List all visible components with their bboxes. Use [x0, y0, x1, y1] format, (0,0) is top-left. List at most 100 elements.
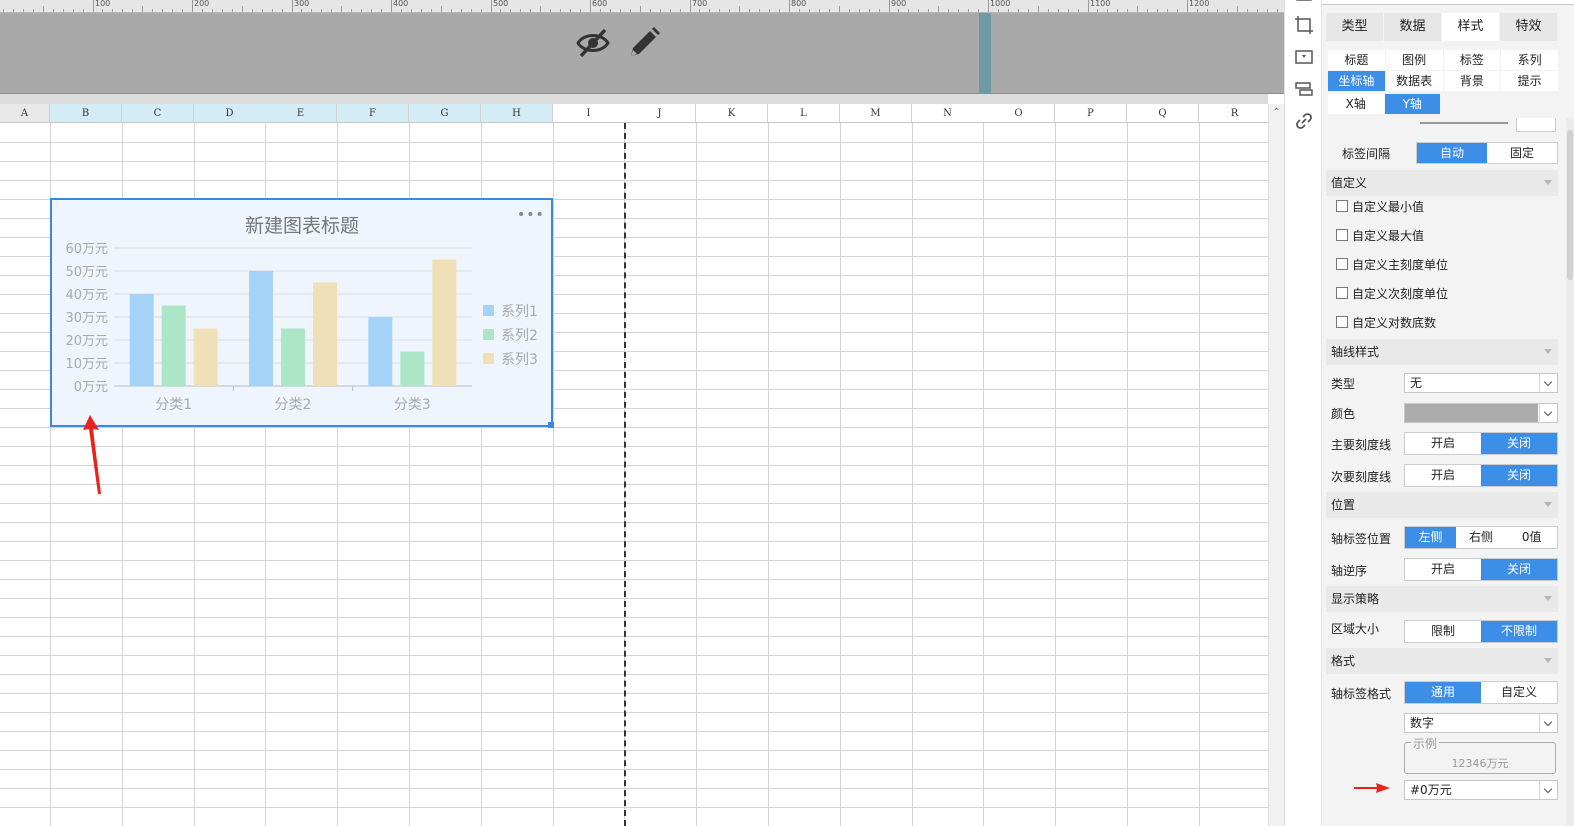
grid-vertical-scrollbar[interactable]: ⌃: [1268, 104, 1284, 826]
column-header[interactable]: F: [337, 104, 409, 123]
label-position-left-button[interactable]: 左侧: [1405, 527, 1456, 548]
section-value-define[interactable]: 值定义: [1326, 170, 1558, 196]
ruler-tick: [789, 0, 790, 12]
axis-type-select[interactable]: 无: [1404, 373, 1558, 393]
subtab-background[interactable]: 背景: [1443, 71, 1501, 91]
subtab-datasheet[interactable]: 数据表: [1385, 71, 1443, 91]
tab-effect[interactable]: 特效: [1500, 13, 1558, 41]
ruler-tick: [650, 9, 651, 12]
checkbox-custom-min[interactable]: 自定义最小值: [1336, 197, 1424, 215]
area-unlimited-button[interactable]: 不限制: [1481, 621, 1557, 642]
hyperlink-icon[interactable]: [1294, 111, 1314, 131]
minor-tick-label: 次要刻度线: [1331, 470, 1392, 484]
checkbox-custom-max[interactable]: 自定义最大值: [1336, 226, 1424, 244]
checkbox-icon[interactable]: [1336, 200, 1348, 212]
format-string-select[interactable]: #0万元: [1404, 780, 1558, 800]
section-position[interactable]: 位置: [1326, 492, 1558, 518]
scroll-up-icon[interactable]: ⌃: [1269, 106, 1284, 120]
tab-style[interactable]: 样式: [1442, 13, 1500, 41]
tab-data[interactable]: 数据: [1384, 13, 1442, 41]
major-tick-on-button[interactable]: 开启: [1405, 433, 1481, 454]
checkbox-custom-minor-unit[interactable]: 自定义次刻度单位: [1336, 284, 1448, 302]
column-header[interactable]: M: [840, 104, 912, 123]
ruler-tick: [1078, 9, 1079, 12]
ruler-tick: [102, 9, 103, 12]
subtab-title[interactable]: 标题: [1328, 50, 1385, 70]
tab-y-axis[interactable]: Y轴: [1384, 94, 1440, 114]
subtab-label[interactable]: 标签: [1443, 50, 1501, 70]
chart-resize-handle[interactable]: [548, 422, 554, 428]
chevron-down-icon[interactable]: [1539, 781, 1557, 799]
subtab-tooltip[interactable]: 提示: [1501, 71, 1558, 91]
major-tick-label: 主要刻度线: [1331, 438, 1392, 452]
chart-bar: [161, 305, 186, 386]
section-format[interactable]: 格式: [1326, 648, 1558, 674]
axis-color-select[interactable]: [1404, 403, 1558, 423]
chevron-down-icon[interactable]: [1539, 714, 1557, 732]
checkbox-custom-log-base[interactable]: 自定义对数底数: [1336, 313, 1436, 331]
column-header[interactable]: L: [768, 104, 840, 123]
label-position-right-button[interactable]: 右侧: [1455, 527, 1507, 548]
column-header[interactable]: Q: [1127, 104, 1199, 123]
column-header[interactable]: E: [265, 104, 337, 123]
column-header[interactable]: P: [1055, 104, 1127, 123]
reverse-on-button[interactable]: 开启: [1405, 559, 1481, 580]
column-header[interactable]: I: [553, 104, 625, 123]
format-general-button[interactable]: 通用: [1405, 682, 1481, 703]
chart-widget[interactable]: 新建图表标题 0万元 10万元 20万元 30万元 40万元 50万元 60万元 分类1 分类2 分…: [50, 198, 554, 428]
chart-bar: [313, 282, 337, 386]
column-header[interactable]: J: [624, 104, 696, 123]
minor-tick-on-button[interactable]: 开启: [1405, 465, 1481, 486]
interval-fixed-button[interactable]: 固定: [1487, 143, 1557, 163]
column-header[interactable]: A: [0, 104, 50, 123]
dropdown-widget-icon[interactable]: [1294, 47, 1314, 67]
section-display-strategy[interactable]: 显示策略: [1326, 586, 1558, 612]
ruler-tick: [252, 9, 253, 12]
condition-list-icon[interactable]: [1294, 79, 1314, 99]
column-header[interactable]: G: [409, 104, 481, 123]
pencil-icon[interactable]: [626, 25, 662, 61]
reverse-off-button[interactable]: 关闭: [1481, 559, 1557, 580]
format-custom-button[interactable]: 自定义: [1481, 682, 1557, 703]
checkbox-icon[interactable]: [1336, 287, 1348, 299]
column-header[interactable]: O: [983, 104, 1055, 123]
header-width-marker[interactable]: [979, 13, 991, 94]
interval-auto-button[interactable]: 自动: [1417, 143, 1487, 163]
column-header[interactable]: D: [194, 104, 266, 123]
color-swatch[interactable]: [1405, 404, 1538, 422]
subtab-series[interactable]: 系列: [1501, 50, 1558, 70]
checkbox-icon[interactable]: [1336, 316, 1348, 328]
checkbox-custom-major-unit[interactable]: 自定义主刻度单位: [1336, 255, 1448, 273]
subtab-axis[interactable]: 坐标轴: [1328, 71, 1385, 91]
column-header[interactable]: H: [481, 104, 553, 123]
subtab-legend[interactable]: 图例: [1385, 50, 1443, 70]
column-header[interactable]: N: [912, 104, 984, 123]
crop-frame-icon[interactable]: [1294, 15, 1314, 35]
report-editor: 100 200 300 400 500 600 700 800 900 1000 1100 1200 …: [0, 0, 1284, 826]
ruler-tick: [600, 9, 601, 12]
cell-element-icon[interactable]: [1294, 0, 1314, 12]
y-tick-label: 0万元: [74, 380, 108, 395]
panel-scrollbar-thumb[interactable]: [1567, 130, 1573, 280]
label-position-zero-button[interactable]: 0值: [1506, 527, 1558, 548]
eye-off-icon[interactable]: [575, 25, 611, 61]
ruler-tick: [1117, 9, 1118, 12]
minor-tick-off-button[interactable]: 关闭: [1481, 465, 1557, 486]
checkbox-icon[interactable]: [1336, 229, 1348, 241]
column-header[interactable]: K: [696, 104, 768, 123]
tab-type[interactable]: 类型: [1326, 13, 1384, 41]
major-tick-off-button[interactable]: 关闭: [1481, 433, 1557, 454]
column-header[interactable]: C: [122, 104, 194, 123]
column-header[interactable]: B: [50, 104, 122, 123]
ruler-tick: [202, 9, 203, 12]
chevron-down-icon[interactable]: [1539, 374, 1557, 392]
tab-x-axis[interactable]: X轴: [1328, 94, 1384, 114]
chevron-down-icon[interactable]: [1539, 404, 1557, 422]
chart-more-icon[interactable]: •••: [517, 208, 544, 222]
number-type-select[interactable]: 数字: [1404, 713, 1558, 733]
column-header[interactable]: R: [1199, 104, 1271, 123]
area-limit-button[interactable]: 限制: [1405, 621, 1481, 642]
section-axis-style[interactable]: 轴线样式: [1326, 339, 1558, 365]
chart-property-panel: 类型 数据 样式 特效 标题 图例 标签 系列 坐标轴 数据表 背景 提示 X轴…: [1322, 0, 1574, 826]
checkbox-icon[interactable]: [1336, 258, 1348, 270]
